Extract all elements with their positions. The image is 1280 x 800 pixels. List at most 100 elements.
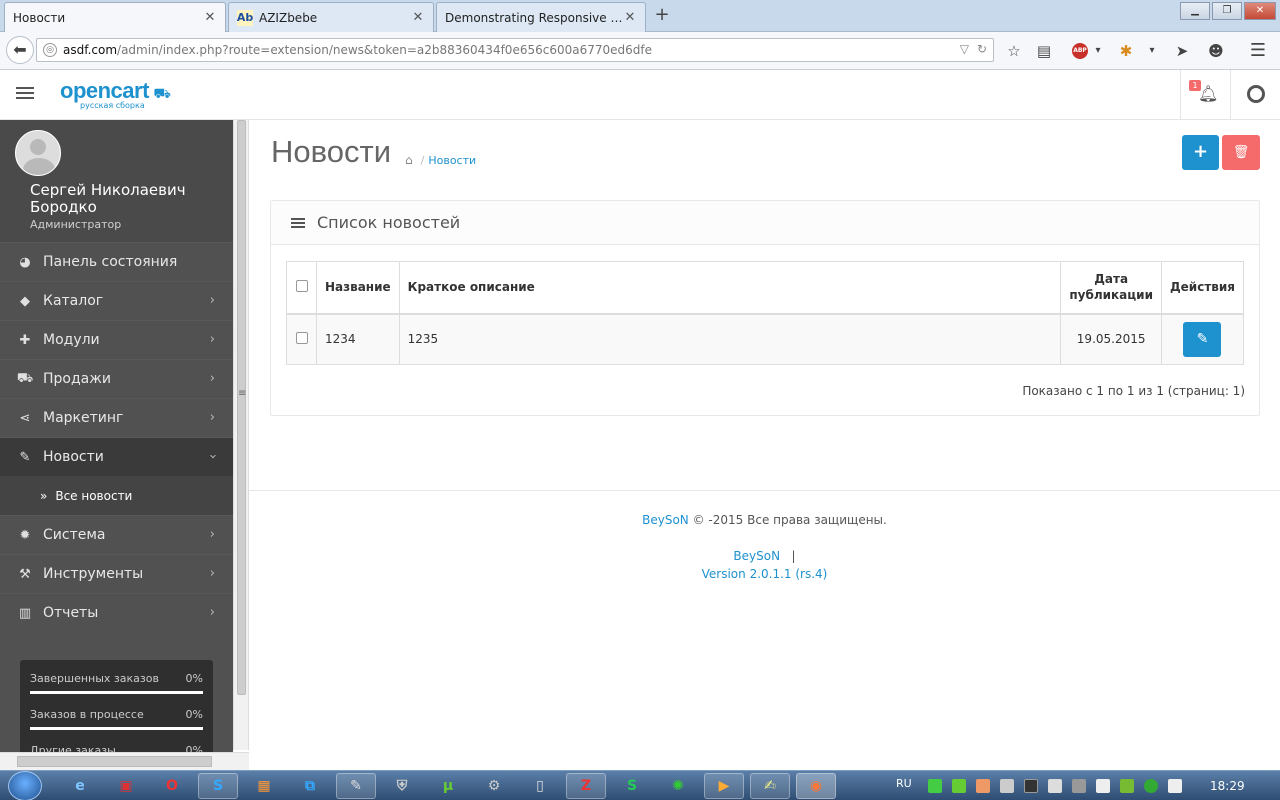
hand-tray-icon[interactable] (976, 779, 990, 793)
sidebar-item-news[interactable]: ✎ Новости › (0, 437, 233, 476)
sidebar-item-modules[interactable]: ✚ Модули › (0, 320, 233, 359)
home-icon[interactable]: ⌂ (405, 153, 413, 167)
stat-progress-bar (30, 691, 203, 694)
sidebar-item-sales[interactable]: ⛟ Продажи › (0, 359, 233, 398)
sync-tray-icon[interactable] (1144, 779, 1158, 793)
notepad-taskbar-icon[interactable]: ▯ (520, 773, 560, 799)
firebug-icon[interactable]: ✱ (1116, 41, 1136, 61)
opencart-logo[interactable]: opencart ⛟ русская сборка (60, 78, 171, 111)
reload-icon[interactable]: ↻ (977, 42, 987, 56)
tab-close-icon[interactable]: ✕ (623, 10, 637, 25)
save-taskbar-icon[interactable]: ▣ (106, 773, 146, 799)
start-button[interactable] (8, 771, 42, 800)
sidebar-item-reports[interactable]: ▥ Отчеты › (0, 593, 233, 632)
tab-close-icon[interactable]: ✕ (203, 10, 217, 25)
footer-version-link[interactable]: Version 2.0.1.1 (rs.4) (702, 567, 828, 581)
select-all-checkbox[interactable] (295, 279, 308, 292)
footer-separator: | (791, 549, 796, 563)
horizontal-scrollbar[interactable] (0, 752, 249, 770)
sidebar-item-system[interactable]: ✹ Система › (0, 515, 233, 554)
scrollbar-thumb[interactable] (237, 120, 246, 695)
sidebar-item-dashboard[interactable]: ◕ Панель состояния (0, 242, 233, 281)
filezilla-taskbar-icon[interactable]: Z (566, 773, 606, 799)
sidebar-item-label: Новости (43, 449, 104, 465)
user-role: Администратор (30, 218, 122, 231)
minimize-button[interactable]: ▁ (1180, 2, 1210, 20)
s-app-taskbar-icon[interactable]: S (612, 773, 652, 799)
sidebar-item-tools[interactable]: ⚒ Инструменты › (0, 554, 233, 593)
media-taskbar-icon[interactable]: ▶ (704, 773, 744, 799)
utorrent-taskbar-icon[interactable]: µ (428, 773, 468, 799)
skype2-taskbar-icon[interactable]: ⧉ (290, 773, 330, 799)
tab-label: AZIZbebe (259, 10, 318, 25)
sidebar-subitem-label: Все новости (55, 488, 133, 503)
clock[interactable]: 18:29 (1210, 779, 1245, 793)
maximize-button[interactable]: ❐ (1212, 2, 1242, 20)
bell-icon[interactable]: 🔔︎ (1198, 84, 1218, 104)
dropdown-arrow-icon[interactable]: ▽ (960, 42, 969, 56)
edit-button[interactable]: ✎ (1183, 321, 1222, 357)
bookmark-star-icon[interactable]: ☆ (1004, 41, 1024, 61)
browser-tab-responsive[interactable]: Demonstrating Responsive Des... ✕ (436, 2, 646, 32)
notes-taskbar-icon[interactable]: ✍ (750, 773, 790, 799)
skype-taskbar-icon[interactable]: S (198, 773, 238, 799)
help-lifebuoy-icon[interactable] (1247, 85, 1265, 103)
browser-tab-azizbebe[interactable]: Ab AZIZbebe ✕ (228, 2, 434, 32)
cell-description: 1235 (398, 313, 1062, 365)
url-host: asdf.com (63, 43, 118, 57)
sidebar-subitem-all-news[interactable]: » Все новости (0, 476, 233, 515)
sidebar-scrollbar[interactable]: ≡ (233, 120, 249, 750)
usb-tray-icon[interactable] (1072, 779, 1086, 793)
breadcrumb-link-news[interactable]: Новости (428, 154, 476, 167)
green-app-taskbar-icon[interactable]: ✺ (658, 773, 698, 799)
news-table: Название Краткое описание Дата публикаци… (286, 261, 1245, 365)
chevron-right-icon: › (209, 410, 215, 425)
app-taskbar-icon[interactable]: ▦ (244, 773, 284, 799)
flag-tray-icon[interactable] (928, 779, 942, 793)
browser-navigation-bar: ⬅ ◎ asdf.com /admin/index.php?route=exte… (0, 32, 1280, 70)
window-close-button[interactable]: ✕ (1244, 2, 1276, 20)
sidebar-item-marketing[interactable]: ⋖ Маркетинг › (0, 398, 233, 437)
opera-taskbar-icon[interactable]: O (152, 773, 192, 799)
row-checkbox[interactable] (295, 331, 308, 344)
reading-list-icon[interactable]: ▤ (1034, 41, 1054, 61)
sidebar-toggle-icon[interactable] (16, 87, 34, 101)
back-button[interactable]: ⬅ (6, 36, 34, 64)
adblock-icon[interactable]: ABP (1072, 43, 1088, 59)
tab-close-icon[interactable]: ✕ (411, 10, 425, 25)
editor-taskbar-icon[interactable]: ✎ (336, 773, 376, 799)
footer-brand-link[interactable]: BeySoN (642, 513, 689, 527)
new-tab-button[interactable]: + (652, 6, 672, 26)
firebug-dropdown-icon[interactable]: ▾ (1142, 41, 1162, 61)
network-tray-icon[interactable] (1048, 779, 1062, 793)
add-news-button[interactable]: + (1182, 135, 1219, 170)
delete-news-button[interactable]: 🗑︎ (1222, 135, 1260, 170)
resize-grip-icon[interactable]: ≡ (238, 388, 246, 399)
g-tray-icon[interactable] (1024, 779, 1038, 793)
chevron-right-icon: › (209, 605, 215, 620)
sidebar-item-catalog[interactable]: ◆ Каталог › (0, 281, 233, 320)
avatar (15, 130, 61, 176)
check-tray-icon[interactable] (952, 779, 966, 793)
action-center-tray-icon[interactable] (1168, 779, 1182, 793)
scrollbar-thumb[interactable] (17, 756, 212, 767)
footer-brand-link-2[interactable]: BeySoN (733, 549, 780, 563)
abp-dropdown-icon[interactable]: ▾ (1088, 41, 1108, 61)
ie-taskbar-icon[interactable]: e (60, 773, 100, 799)
gear-taskbar-icon[interactable]: ⚙ (474, 773, 514, 799)
browser-tab-novosti[interactable]: Новости ✕ (4, 2, 226, 32)
send-icon[interactable]: ➤ (1172, 41, 1192, 61)
language-indicator[interactable]: RU (896, 777, 912, 790)
column-header-name[interactable]: Название (316, 261, 400, 314)
logo-brand: opencart (60, 78, 149, 103)
url-bar[interactable]: ◎ asdf.com /admin/index.php?route=extens… (36, 38, 994, 62)
nvidia-tray-icon[interactable] (1120, 779, 1134, 793)
column-header-date[interactable]: Дата публикации (1060, 261, 1162, 314)
browser-menu-icon[interactable]: ☰ (1248, 41, 1268, 61)
chat-icon[interactable]: ☻ (1206, 41, 1226, 61)
signal-tray-icon[interactable] (1096, 779, 1110, 793)
shield-taskbar-icon[interactable]: ⛨ (382, 773, 422, 799)
firefox-taskbar-icon[interactable]: ◉ (796, 773, 836, 799)
volume-tray-icon[interactable] (1000, 779, 1014, 793)
column-header-description[interactable]: Краткое описание (398, 261, 1062, 314)
